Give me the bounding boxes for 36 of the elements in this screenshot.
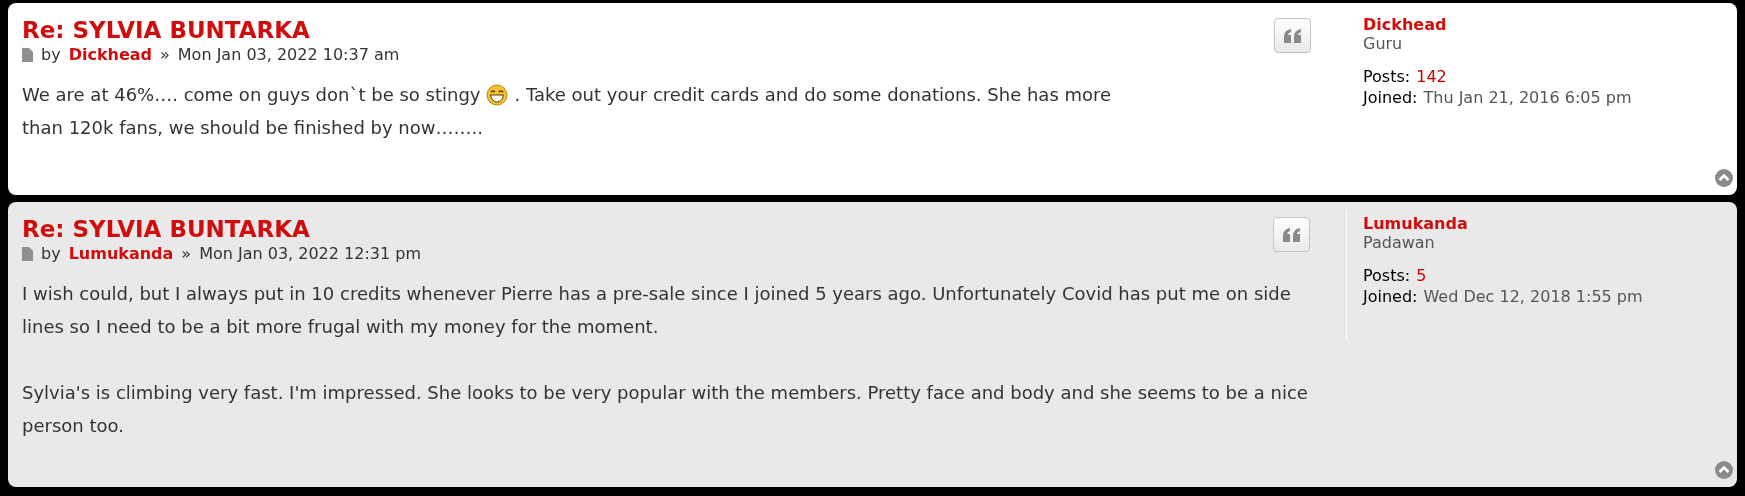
grinning-smiley-icon [486, 83, 509, 106]
post-text: I wish could, but I always put in 10 credits whenever Pierre has a pre-sale since I joined 5 years ago. Unfortunately Covid has put me on side lines so I need to be a bit more frugal with my money for the moment. [22, 282, 1292, 339]
user-rank: Padawan [1363, 233, 1436, 253]
quote-icon [1283, 28, 1302, 43]
back-to-top-icon[interactable] [1715, 461, 1733, 479]
post-count[interactable]: 142 [1416, 66, 1447, 87]
profile-name[interactable]: Lumukanda [1363, 214, 1723, 233]
post-title[interactable]: Re: SYLVIA BUNTARKA [22, 17, 400, 43]
quote-button[interactable] [1274, 18, 1311, 53]
joined-label: Joined: [1363, 87, 1418, 108]
post-text: We are at 46%…. come on guys don`t be so stingy [22, 83, 481, 107]
post-text: . Take out your credit cards and do some donations. She has more [514, 83, 1112, 107]
document-icon [22, 246, 33, 261]
posts-label: Posts: [1363, 265, 1411, 286]
quote-button[interactable] [1273, 217, 1310, 252]
profile-name[interactable]: Dickhead [1363, 15, 1723, 34]
post-text: Sylvia's is climbing very fast. I'm impressed. She looks to be very popular with the members. Pretty face and body and she seems to be a nice person too. [22, 381, 1309, 438]
user-rank: Guru [1363, 34, 1404, 54]
document-icon [22, 47, 33, 62]
joined-label: Joined: [1363, 286, 1418, 307]
separator: » [181, 244, 192, 263]
post-date: Mon Jan 03, 2022 10:37 am [177, 45, 400, 64]
author-link[interactable]: Dickhead [68, 45, 152, 64]
quote-icon [1282, 227, 1301, 242]
back-to-top-icon[interactable] [1715, 169, 1733, 187]
by-label: by [41, 45, 61, 64]
post-count[interactable]: 5 [1416, 265, 1427, 286]
joined-date: Wed Dec 12, 2018 1:55 pm [1423, 286, 1643, 307]
post-date: Mon Jan 03, 2022 12:31 pm [199, 244, 421, 263]
separator: » [160, 45, 170, 64]
post-text: than 120k fans, we should be finished by now…….. [22, 116, 483, 140]
author-link[interactable]: Lumukanda [68, 244, 174, 263]
by-label: by [41, 244, 61, 263]
posts-label: Posts: [1363, 66, 1411, 87]
joined-date: Thu Jan 21, 2016 6:05 pm [1423, 87, 1632, 108]
post-title[interactable]: Re: SYLVIA BUNTARKA [22, 216, 421, 242]
